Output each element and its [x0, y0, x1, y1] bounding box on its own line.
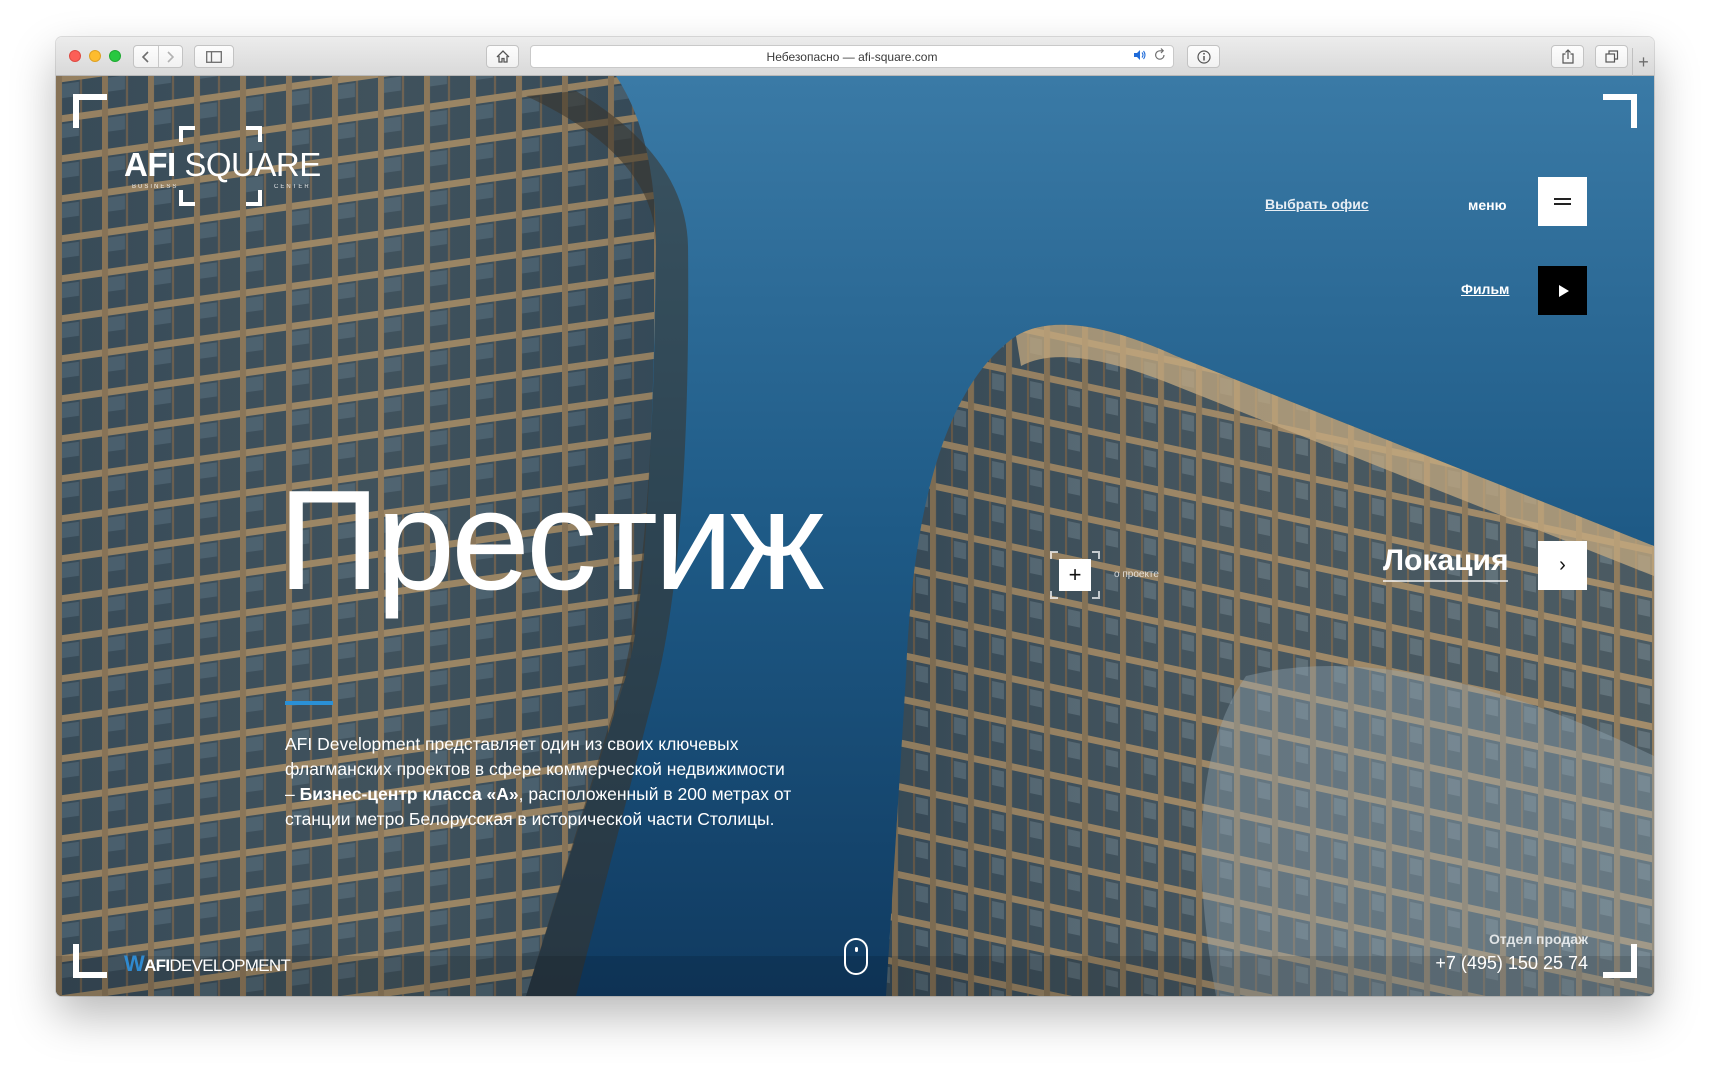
about-corner — [1092, 591, 1100, 599]
sales-phone-link[interactable]: +7 (495) 150 25 74 — [1435, 953, 1588, 974]
chevron-right-icon: › — [1559, 554, 1566, 576]
about-corner — [1050, 591, 1058, 599]
info-icon — [1196, 49, 1211, 64]
hero-description: AFI Development представляет один из сво… — [285, 732, 795, 832]
mouse-scroll-icon[interactable] — [844, 938, 868, 975]
choose-office-link[interactable]: Выбрать офис — [1265, 196, 1369, 212]
hero-section: AFI SQUARE BUSINESS CENTER Выбрать офис … — [56, 76, 1654, 996]
logo-bracket — [246, 190, 262, 206]
afi-development-logo[interactable]: WAFIDEVELOPMENT — [124, 951, 291, 977]
sidebar-button[interactable] — [194, 45, 234, 68]
about-project-button[interactable]: + — [1050, 551, 1100, 599]
logo-wordmark: AFI SQUARE — [124, 146, 321, 184]
logo-afi: AFI — [124, 146, 176, 183]
history-nav — [133, 45, 183, 68]
info-button[interactable] — [1187, 45, 1220, 68]
frame-corner-bottom-right — [1603, 944, 1637, 978]
logo-bracket — [179, 126, 195, 142]
logo-sub-business: BUSINESS — [132, 184, 179, 190]
mouse-wheel-dot — [855, 947, 858, 952]
logo-bracket — [246, 126, 262, 142]
browser-toolbar: Небезопасно — afi-square.com + — [56, 37, 1654, 76]
new-tab-button[interactable]: + — [1632, 48, 1654, 76]
afi-dev-mark: W — [124, 951, 145, 976]
chevron-right-icon — [167, 50, 175, 63]
sales-department-label: Отдел продаж — [1489, 931, 1588, 947]
home-icon — [496, 50, 509, 63]
play-film-button[interactable] — [1538, 266, 1587, 315]
afi-dev-afi: AFI — [144, 956, 170, 975]
about-corner — [1092, 551, 1100, 559]
play-icon — [1559, 284, 1569, 297]
chevron-left-icon — [141, 50, 149, 63]
logo-square: SQUARE — [184, 146, 321, 183]
description-bold: Бизнес-центр класса «А» — [299, 784, 519, 804]
about-project-label[interactable]: о проекте — [1114, 569, 1159, 580]
plus-icon: + — [1638, 51, 1649, 72]
address-bar[interactable]: Небезопасно — afi-square.com — [530, 45, 1174, 68]
next-slide-button[interactable]: › — [1538, 541, 1587, 590]
frame-corner-top-left — [73, 94, 107, 128]
minimize-window-button[interactable] — [89, 50, 101, 62]
plus-icon: + — [1059, 559, 1091, 591]
forward-button[interactable] — [157, 46, 182, 67]
film-link[interactable]: Фильм — [1461, 281, 1509, 297]
about-corner — [1050, 551, 1058, 559]
sidebar-icon — [206, 50, 222, 63]
reload-icon[interactable] — [1154, 48, 1166, 64]
menu-label[interactable]: меню — [1468, 197, 1507, 213]
location-link[interactable]: Локация — [1383, 544, 1509, 582]
menu-button[interactable] — [1538, 177, 1587, 226]
back-button[interactable] — [134, 46, 158, 67]
home-button[interactable] — [486, 45, 519, 68]
afi-dev-rest: DEVELOPMENT — [169, 956, 291, 975]
tabs-icon — [1604, 50, 1618, 63]
logo-sub-center: CENTER — [274, 184, 311, 190]
frame-corner-bottom-left — [73, 944, 107, 978]
browser-window: Небезопасно — afi-square.com + AFI SQUAR… — [56, 37, 1654, 996]
logo-bracket — [179, 190, 195, 206]
hamburger-icon — [1554, 198, 1571, 205]
accent-divider — [285, 701, 333, 705]
hero-headline: Престиж — [278, 461, 824, 620]
share-button[interactable] — [1551, 45, 1584, 68]
frame-corner-top-right — [1603, 94, 1637, 128]
address-text: Небезопасно — afi-square.com — [766, 49, 938, 64]
zoom-window-button[interactable] — [109, 50, 121, 62]
show-tabs-button[interactable] — [1595, 45, 1628, 68]
speaker-icon[interactable] — [1133, 49, 1147, 64]
afi-square-logo[interactable]: AFI SQUARE BUSINESS CENTER — [124, 126, 324, 216]
share-icon — [1561, 49, 1574, 64]
close-window-button[interactable] — [69, 50, 81, 62]
